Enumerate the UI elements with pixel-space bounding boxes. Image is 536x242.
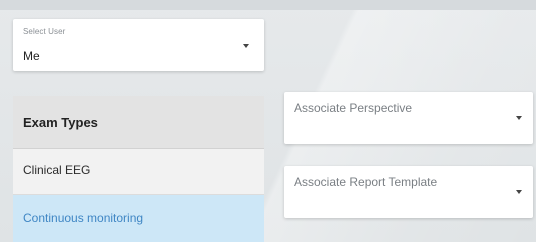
caret-down-icon[interactable] bbox=[516, 116, 522, 120]
associate-report-template-dropdown[interactable]: Associate Report Template bbox=[284, 166, 533, 218]
exam-types-header: Exam Types bbox=[13, 96, 264, 149]
list-item-label: Clinical EEG bbox=[23, 163, 91, 177]
select-user-dropdown[interactable]: Select User Me bbox=[13, 19, 264, 71]
top-band bbox=[0, 0, 536, 10]
select-user-value: Me bbox=[23, 49, 40, 63]
exam-types-list: Exam Types Clinical EEG Continuous monit… bbox=[13, 96, 264, 242]
list-item-continuous-monitoring[interactable]: Continuous monitoring bbox=[13, 195, 264, 242]
list-item-label: Continuous monitoring bbox=[23, 211, 144, 225]
caret-down-icon[interactable] bbox=[516, 190, 522, 194]
list-item-clinical-eeg[interactable]: Clinical EEG bbox=[13, 149, 264, 195]
exam-types-header-label: Exam Types bbox=[23, 115, 98, 130]
associate-perspective-dropdown[interactable]: Associate Perspective bbox=[284, 92, 533, 144]
select-user-label: Select User bbox=[23, 27, 66, 36]
caret-down-icon[interactable] bbox=[243, 44, 249, 48]
associate-perspective-placeholder: Associate Perspective bbox=[294, 101, 413, 115]
associate-report-template-placeholder: Associate Report Template bbox=[294, 175, 438, 189]
